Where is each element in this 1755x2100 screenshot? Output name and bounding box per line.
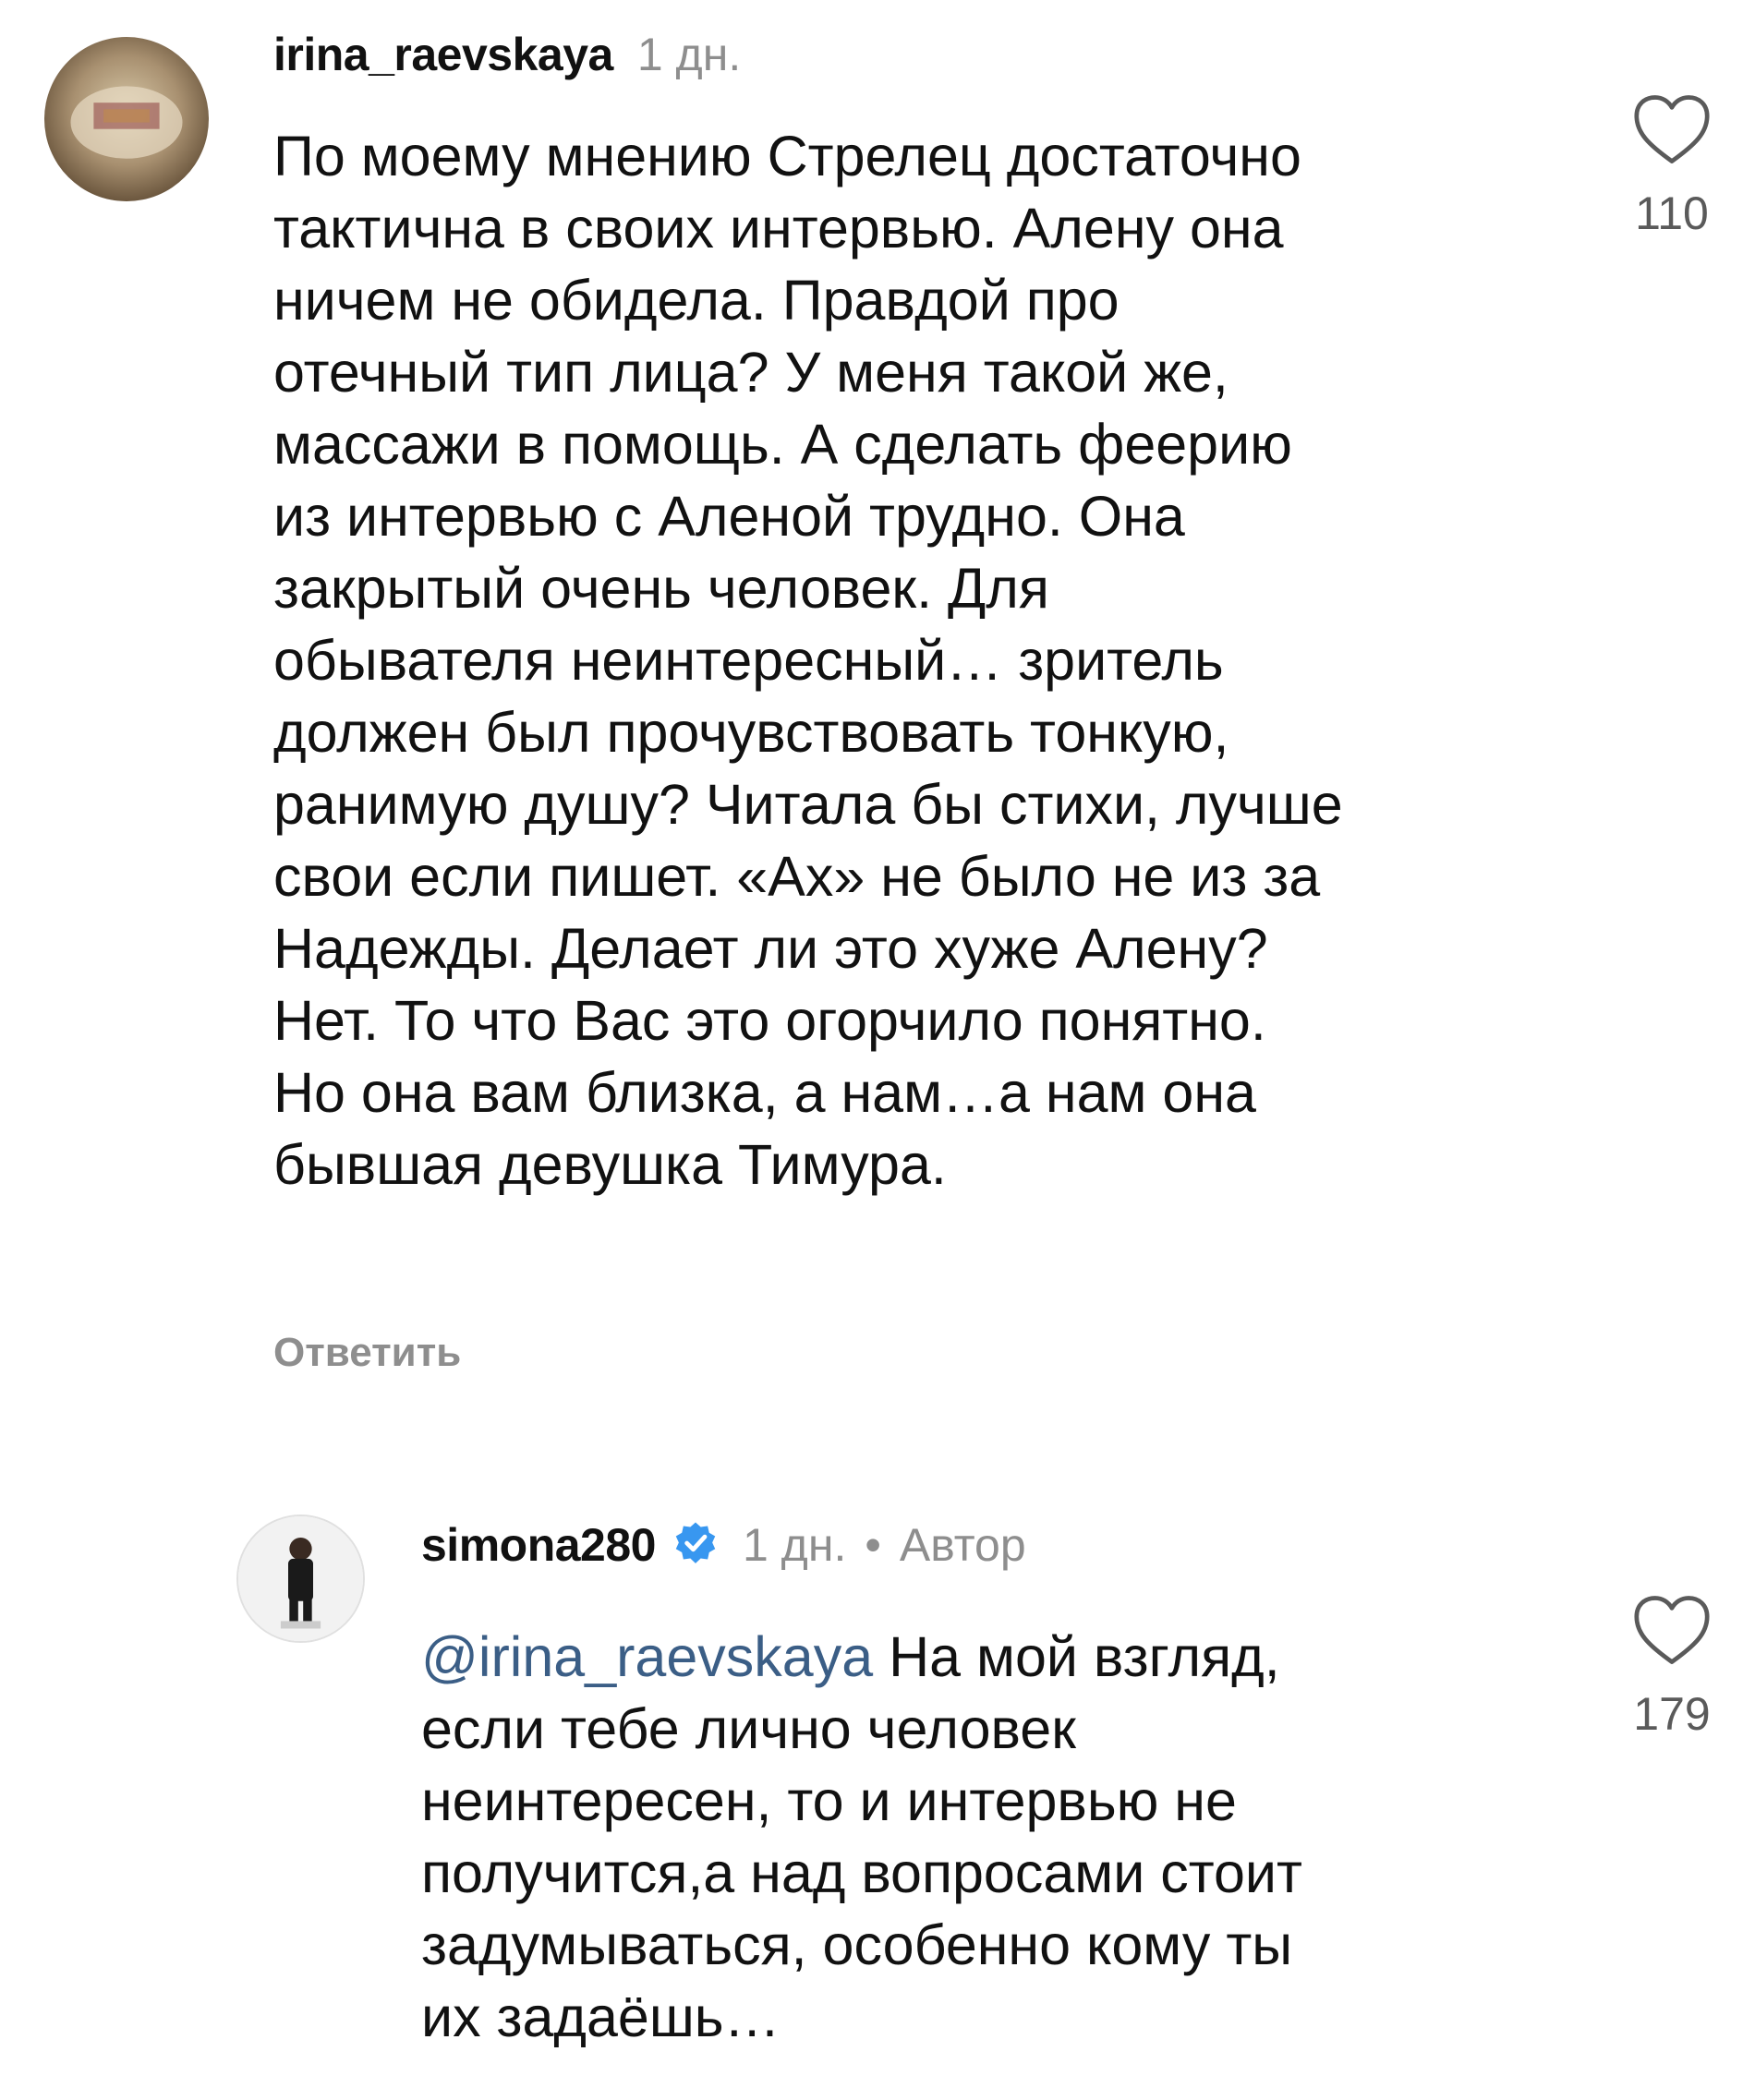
username[interactable]: irina_raevskaya xyxy=(273,28,613,81)
verified-badge-icon xyxy=(675,1522,716,1563)
username[interactable]: simona280 xyxy=(421,1518,656,1572)
like-count: 179 xyxy=(1633,1688,1711,1740)
comment-line: Надежды. Делает ли это хуже Алену? xyxy=(273,917,1268,980)
comment-header: simona280 1 дн. • Автор xyxy=(421,1515,1026,1572)
timestamp: 1 дн. xyxy=(636,29,742,80)
author-label: Автор xyxy=(899,1519,1026,1571)
like-button[interactable]: 179 xyxy=(1616,1593,1727,1741)
comment-line: их задаёшь… xyxy=(421,1985,781,2048)
timestamp: 1 дн. xyxy=(742,1519,847,1571)
comment-line: массажи в помощь. А сделать феерию xyxy=(273,413,1292,476)
comment-text: По моему мнению Стрелец достаточно такти… xyxy=(273,120,1343,1201)
comment-text: @irina_raevskaya На мой взгляд, если теб… xyxy=(421,1621,1302,2053)
separator-dot: • xyxy=(865,1519,881,1571)
comment-line: получится,а над вопросами стоит xyxy=(421,1841,1302,1904)
comment-line: обывателя неинтересный… зритель xyxy=(273,629,1224,692)
comment-line: неинтересен, то и интервью не xyxy=(421,1769,1237,1832)
like-count: 110 xyxy=(1635,187,1709,239)
comment-line: @irina_raevskaya На мой взгляд, xyxy=(421,1621,1302,1693)
comment-line: Нет. То что Вас это огорчило понятно. xyxy=(273,989,1266,1052)
comment-line: ничем не обидела. Правдой про xyxy=(273,269,1120,332)
comment-header: irina_raevskaya 1 дн. xyxy=(273,28,741,81)
like-button[interactable]: 110 xyxy=(1616,92,1727,240)
comment-line: должен был прочувствовать тонкую, xyxy=(273,701,1229,764)
comment-line-rest: На мой взгляд, xyxy=(873,1625,1280,1688)
comment-line: Но она вам близка, а нам…а нам она xyxy=(273,1061,1256,1124)
comment-line: тактична в своих интервью. Алену она xyxy=(273,197,1284,259)
avatar[interactable] xyxy=(44,37,209,201)
comment-line: отечный тип лица? У меня такой же, xyxy=(273,341,1228,404)
heart-outline-icon xyxy=(1634,1596,1710,1664)
comment-line: По моему мнению Стрелец достаточно xyxy=(273,125,1301,187)
reply-button[interactable]: Ответить xyxy=(273,1330,461,1376)
comment-line: бывшая девушка Тимура. xyxy=(273,1133,947,1196)
avatar[interactable] xyxy=(236,1515,365,1643)
comment-line: задумываться, особенно кому ты xyxy=(421,1913,1293,1976)
mention-link[interactable]: @irina_raevskaya xyxy=(421,1625,873,1688)
comment-line: из интервью с Аленой трудно. Она xyxy=(273,485,1185,548)
comment-line: ранимую душу? Читала бы стихи, лучше xyxy=(273,773,1343,836)
comment-line: свои если пишет. «Ах» не было не из за xyxy=(273,845,1321,908)
comment-line: если тебе лично человек xyxy=(421,1697,1076,1760)
heart-outline-icon xyxy=(1634,95,1710,163)
comment-line: закрытый очень человек. Для xyxy=(273,557,1049,620)
